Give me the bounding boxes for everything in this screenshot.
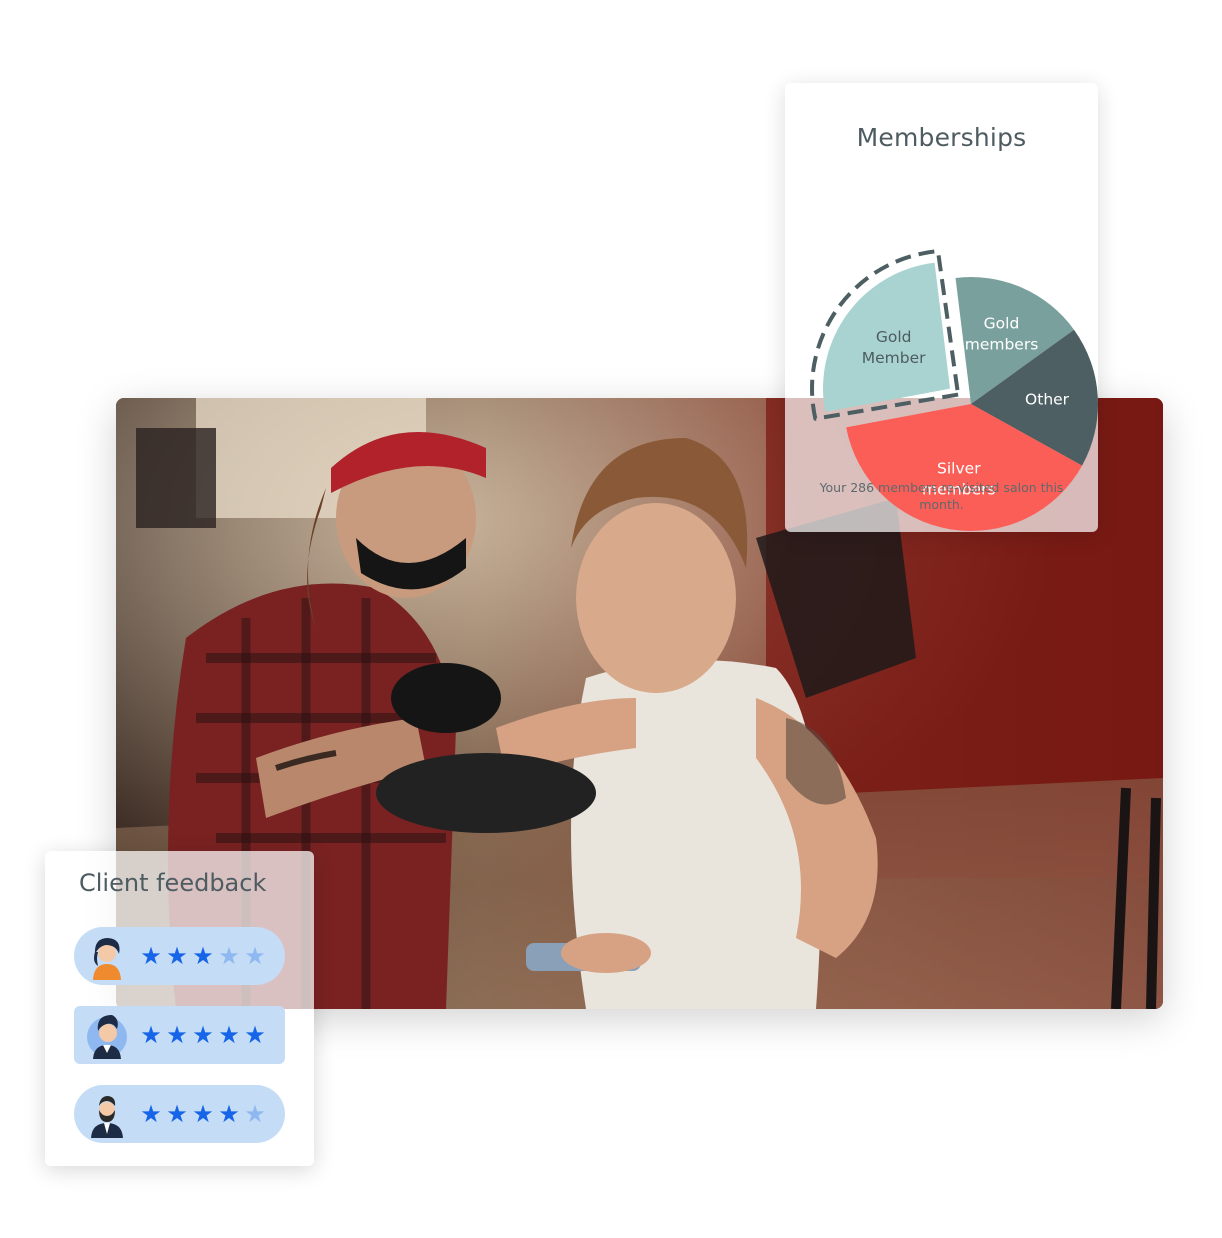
- star-filled-icon: ★: [192, 942, 214, 970]
- review-row[interactable]: ★ ★ ★ ★ ★: [74, 927, 285, 985]
- memberships-card: Memberships Gold members Other Silver member…: [785, 83, 1098, 532]
- client-feedback-card: Client feedback ★ ★ ★ ★ ★ ★ ★ ★ ★ ★ ★ ★ …: [45, 851, 314, 1166]
- star-filled-icon: ★: [140, 1021, 162, 1049]
- star-filled-icon: ★: [218, 1021, 240, 1049]
- star-rating: ★ ★ ★ ★ ★: [138, 1097, 268, 1131]
- star-filled-icon: ★: [192, 1100, 214, 1128]
- star-rating: ★ ★ ★ ★ ★: [138, 939, 268, 973]
- review-row[interactable]: ★ ★ ★ ★ ★: [74, 1006, 285, 1064]
- star-empty-icon: ★: [218, 942, 240, 970]
- star-rating: ★ ★ ★ ★ ★: [138, 1018, 268, 1052]
- star-filled-icon: ★: [244, 1021, 266, 1049]
- star-empty-icon: ★: [244, 1100, 266, 1128]
- star-filled-icon: ★: [192, 1021, 214, 1049]
- star-filled-icon: ★: [140, 942, 162, 970]
- memberships-pie-chart: Gold membersOtherSilver membersGold Member: [810, 249, 1098, 531]
- star-filled-icon: ★: [166, 1021, 188, 1049]
- woman-avatar-icon: [85, 934, 129, 980]
- star-filled-icon: ★: [218, 1100, 240, 1128]
- star-empty-icon: ★: [244, 942, 266, 970]
- star-filled-icon: ★: [166, 1100, 188, 1128]
- feedback-title: Client feedback: [79, 869, 267, 897]
- bearded-man-avatar-icon: [87, 1096, 127, 1138]
- memberships-caption: Your 286 members re-visited salon this m…: [819, 480, 1064, 512]
- pie-label: Other: [1025, 390, 1070, 408]
- star-filled-icon: ★: [166, 942, 188, 970]
- star-filled-icon: ★: [140, 1100, 162, 1128]
- review-row[interactable]: ★ ★ ★ ★ ★: [74, 1085, 285, 1143]
- man-avatar-icon: [87, 1015, 127, 1059]
